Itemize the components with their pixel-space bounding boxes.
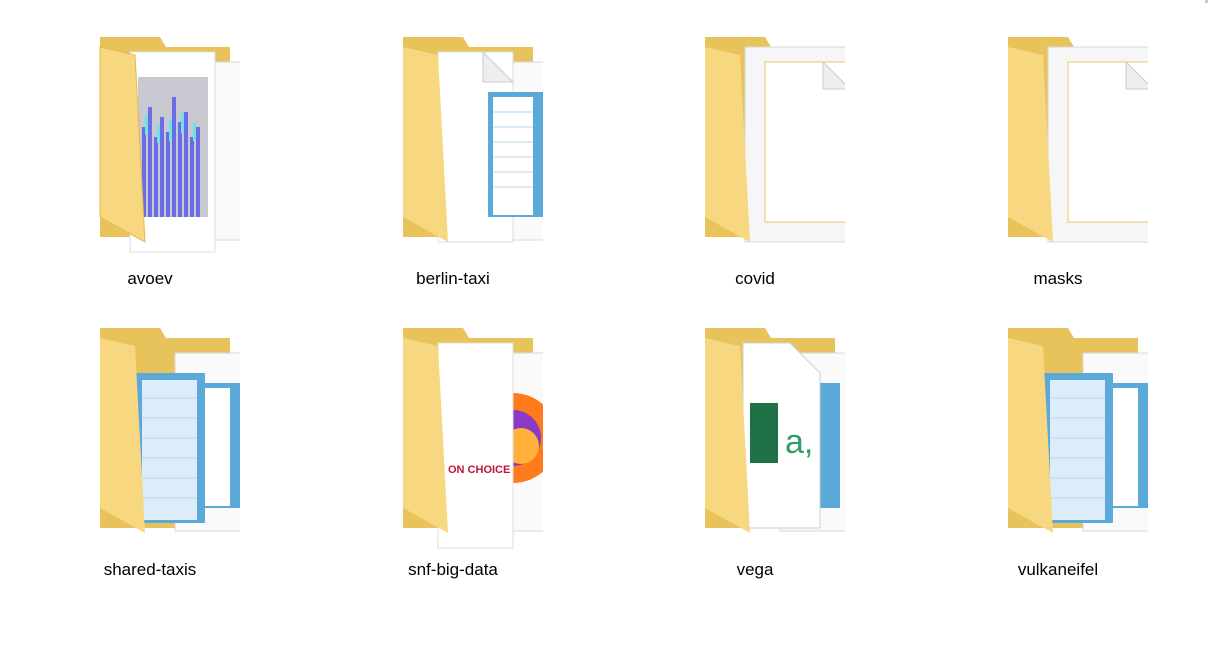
folder-icon: [1008, 328, 1148, 533]
folder-item-vega[interactable]: a, vega: [660, 328, 850, 598]
folder-item-berlin-taxi[interactable]: berlin-taxi: [358, 37, 548, 307]
folder-name: vulkaneifel: [1017, 560, 1099, 579]
folder-name: covid: [735, 269, 775, 288]
folder-icon: [403, 37, 543, 243]
folder-icon: [705, 37, 845, 243]
folder-name: vega: [736, 560, 774, 579]
preview-text: a,: [785, 423, 813, 461]
folder-icon: [1008, 37, 1148, 243]
folder-item-avoev[interactable]: avoev: [55, 37, 245, 307]
folder-name: snf-big-data: [408, 560, 498, 579]
folder-item-shared-taxis[interactable]: shared-taxis: [55, 328, 245, 598]
folder-icon: [100, 328, 240, 533]
folder-name: masks: [1033, 269, 1083, 288]
folder-icon: ON CHOICE: [403, 328, 543, 549]
folder-icon: [99, 37, 240, 253]
preview-text: ON CHOICE: [448, 464, 510, 476]
folder-grid: avoev berlin-taxi covid masks shared-tax…: [0, 0, 1208, 663]
folder-item-masks[interactable]: masks: [963, 37, 1153, 307]
folder-item-snf-big-data[interactable]: ON CHOICE snf-big-data: [358, 328, 548, 598]
folder-item-covid[interactable]: covid: [660, 37, 850, 307]
folder-item-vulkaneifel[interactable]: vulkaneifel: [963, 328, 1153, 598]
folder-name: avoev: [127, 269, 173, 288]
folder-name: shared-taxis: [103, 560, 197, 579]
folder-icon: a,: [705, 328, 845, 533]
folder-name: berlin-taxi: [416, 269, 490, 288]
